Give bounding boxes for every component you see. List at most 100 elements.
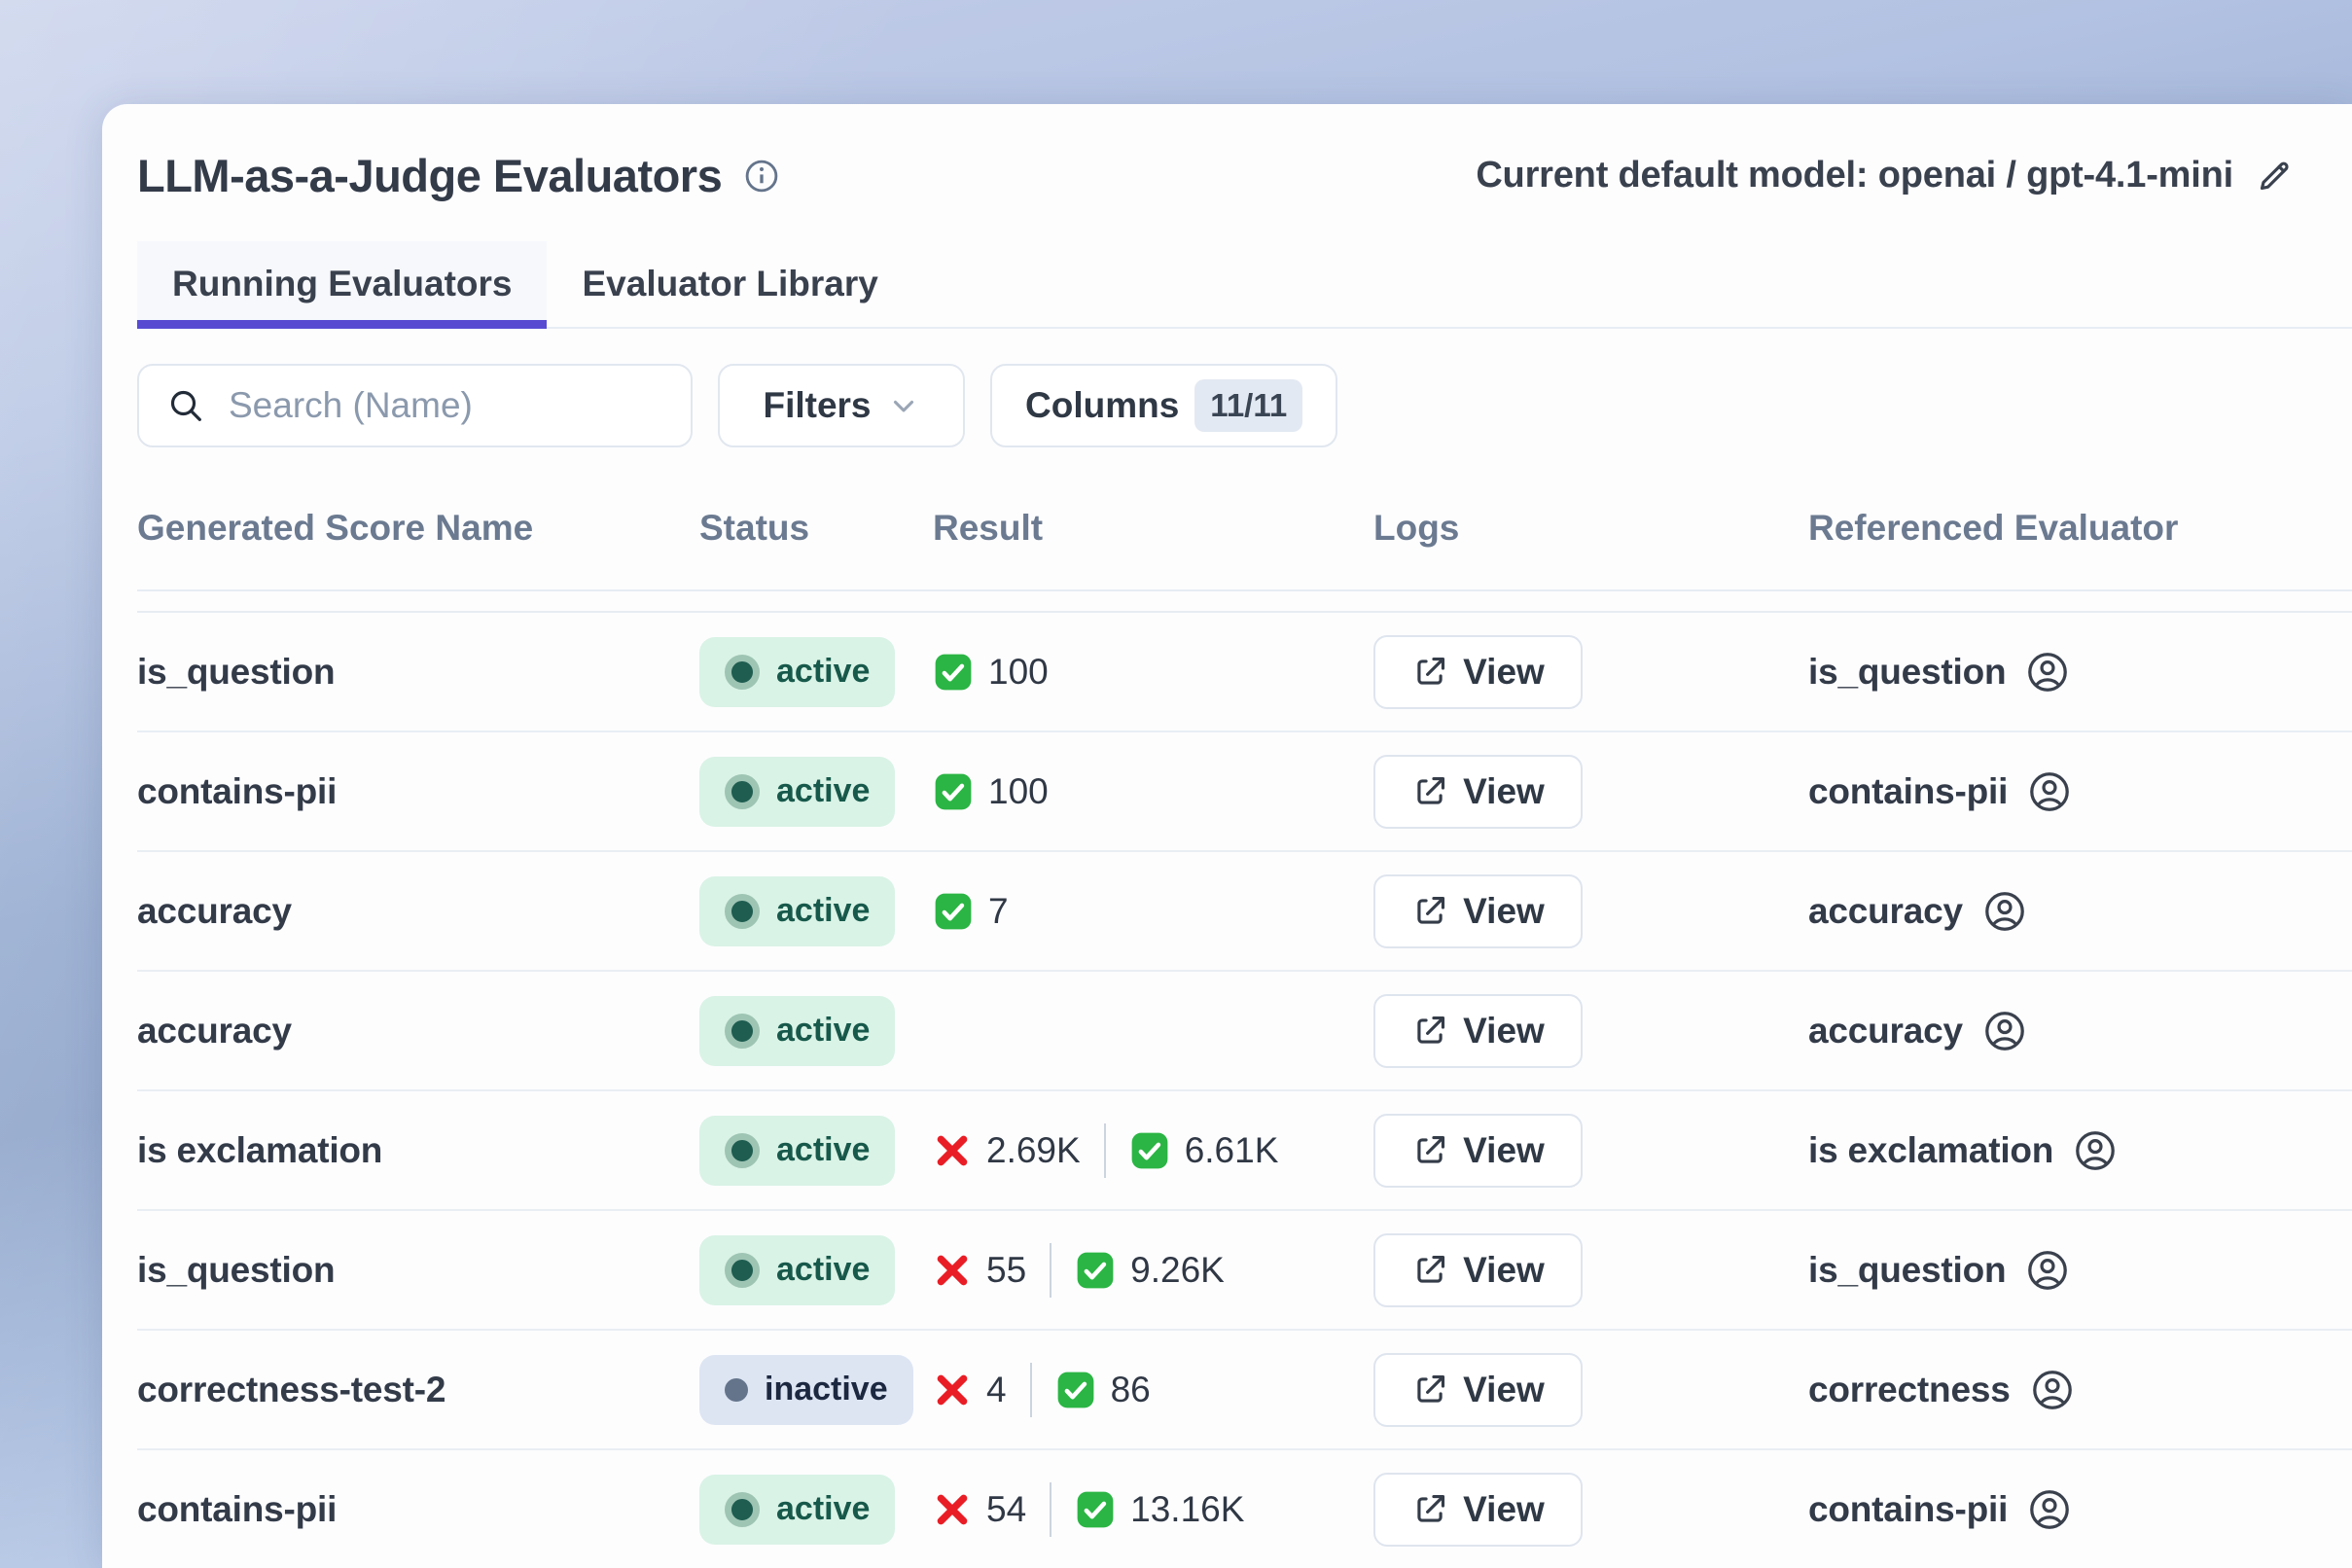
- referenced-evaluator-name: accuracy: [1808, 1011, 1963, 1051]
- generated-score-name: is exclamation: [137, 1130, 699, 1171]
- result-divider: [1050, 1482, 1051, 1537]
- generated-score-name: is_question: [137, 1250, 699, 1291]
- view-logs-button[interactable]: View: [1373, 1353, 1583, 1427]
- table-body: is_question active 100 View is_question: [137, 613, 2352, 1568]
- referenced-evaluator-name: contains-pii: [1808, 1489, 2008, 1530]
- chevron-down-icon: [887, 389, 920, 422]
- pass-check-icon: [933, 771, 974, 812]
- result-divider: [1030, 1363, 1032, 1417]
- tab-evaluator-library[interactable]: Evaluator Library: [547, 241, 912, 327]
- view-logs-button[interactable]: View: [1373, 635, 1583, 709]
- table-row: contains-pii active 100 View contains-pi…: [137, 732, 2352, 852]
- column-header-result: Result: [933, 508, 1373, 549]
- view-logs-label: View: [1463, 1250, 1545, 1291]
- pass-count: 86: [1111, 1370, 1151, 1410]
- pass-count: 100: [988, 771, 1049, 812]
- status-dot-icon: [725, 1014, 760, 1049]
- fail-count: 54: [986, 1489, 1026, 1530]
- info-icon[interactable]: [743, 158, 780, 195]
- table-row: correctness-test-2 inactive 4 86 View co…: [137, 1331, 2352, 1450]
- status-badge: active: [699, 1116, 895, 1186]
- view-logs-button[interactable]: View: [1373, 1233, 1583, 1307]
- user-circle-icon: [2030, 1368, 2075, 1412]
- view-logs-label: View: [1463, 652, 1545, 693]
- fail-count-group: 2.69K: [933, 1130, 1081, 1171]
- columns-button[interactable]: Columns 11/11: [990, 364, 1337, 447]
- user-circle-icon: [2027, 769, 2072, 814]
- pass-check-icon: [1075, 1250, 1116, 1291]
- external-link-icon: [1411, 1491, 1448, 1528]
- columns-button-label: Columns: [1025, 385, 1179, 426]
- pass-check-icon: [1075, 1489, 1116, 1530]
- column-header-logs: Logs: [1373, 508, 1808, 549]
- table-row: is_question active 55 9.26K View is_ques…: [137, 1211, 2352, 1331]
- logs-cell: View: [1373, 1114, 1808, 1188]
- generated-score-name: accuracy: [137, 891, 699, 932]
- pass-count: 13.16K: [1130, 1489, 1244, 1530]
- tab-running-evaluators[interactable]: Running Evaluators: [137, 241, 547, 327]
- search-icon: [166, 386, 205, 425]
- partially-scrolled-row: [137, 591, 2352, 613]
- referenced-evaluator-cell: accuracy: [1808, 1009, 2352, 1053]
- view-logs-button[interactable]: View: [1373, 994, 1583, 1068]
- external-link-icon: [1411, 1132, 1448, 1169]
- status-dot-icon: [725, 894, 760, 929]
- status-badge: active: [699, 1235, 895, 1305]
- status-cell: inactive: [699, 1355, 933, 1425]
- status-label: active: [776, 1131, 870, 1169]
- status-label: active: [776, 892, 870, 930]
- result-divider: [1104, 1123, 1106, 1178]
- generated-score-name: contains-pii: [137, 1489, 699, 1530]
- column-header-generated-score-name: Generated Score Name: [137, 508, 699, 549]
- user-circle-icon: [2027, 1487, 2072, 1532]
- filters-button[interactable]: Filters: [718, 364, 965, 447]
- evaluators-table: Generated Score Name Status Result Logs …: [137, 447, 2352, 1568]
- status-dot-icon: [725, 1492, 760, 1527]
- view-logs-label: View: [1463, 1130, 1545, 1171]
- status-label: active: [776, 1012, 870, 1050]
- pass-count-group: 100: [933, 652, 1049, 693]
- table-row: is exclamation active 2.69K 6.61K View i…: [137, 1091, 2352, 1211]
- pass-count-group: 6.61K: [1129, 1130, 1279, 1171]
- status-cell: active: [699, 996, 933, 1066]
- view-logs-button[interactable]: View: [1373, 1114, 1583, 1188]
- user-circle-icon: [1982, 889, 2027, 934]
- view-logs-label: View: [1463, 1011, 1545, 1051]
- fail-cross-icon: [933, 1131, 972, 1170]
- status-label: active: [776, 1490, 870, 1528]
- logs-cell: View: [1373, 1473, 1808, 1547]
- fail-count-group: 55: [933, 1250, 1026, 1291]
- search-input[interactable]: [227, 384, 663, 427]
- pass-count: 100: [988, 652, 1049, 693]
- tab-bar: Running Evaluators Evaluator Library: [137, 241, 2352, 329]
- status-badge: active: [699, 1475, 895, 1545]
- table-row: accuracy active 7 View accuracy: [137, 852, 2352, 972]
- view-logs-button[interactable]: View: [1373, 755, 1583, 829]
- fail-cross-icon: [933, 1371, 972, 1409]
- table-row: is_question active 100 View is_question: [137, 613, 2352, 732]
- pass-count-group: 7: [933, 891, 1009, 932]
- table-row: accuracy active View accuracy: [137, 972, 2352, 1091]
- referenced-evaluator-name: accuracy: [1808, 891, 1963, 932]
- status-cell: active: [699, 757, 933, 827]
- logs-cell: View: [1373, 635, 1808, 709]
- view-logs-label: View: [1463, 891, 1545, 932]
- pass-count-group: 100: [933, 771, 1049, 812]
- view-logs-label: View: [1463, 1489, 1545, 1530]
- status-badge: active: [699, 637, 895, 707]
- view-logs-button[interactable]: View: [1373, 1473, 1583, 1547]
- status-dot-icon: [725, 1253, 760, 1288]
- status-cell: active: [699, 1475, 933, 1545]
- status-badge: active: [699, 876, 895, 946]
- external-link-icon: [1411, 893, 1448, 930]
- logs-cell: View: [1373, 994, 1808, 1068]
- status-dot-icon: [725, 1133, 760, 1168]
- pass-check-icon: [1129, 1130, 1170, 1171]
- generated-score-name: is_question: [137, 652, 699, 693]
- pass-check-icon: [1055, 1370, 1096, 1410]
- view-logs-button[interactable]: View: [1373, 874, 1583, 948]
- status-label: active: [776, 1251, 870, 1289]
- pass-count-group: 86: [1055, 1370, 1151, 1410]
- edit-model-pencil-icon[interactable]: [2255, 157, 2294, 196]
- result-cell: 100: [933, 771, 1373, 812]
